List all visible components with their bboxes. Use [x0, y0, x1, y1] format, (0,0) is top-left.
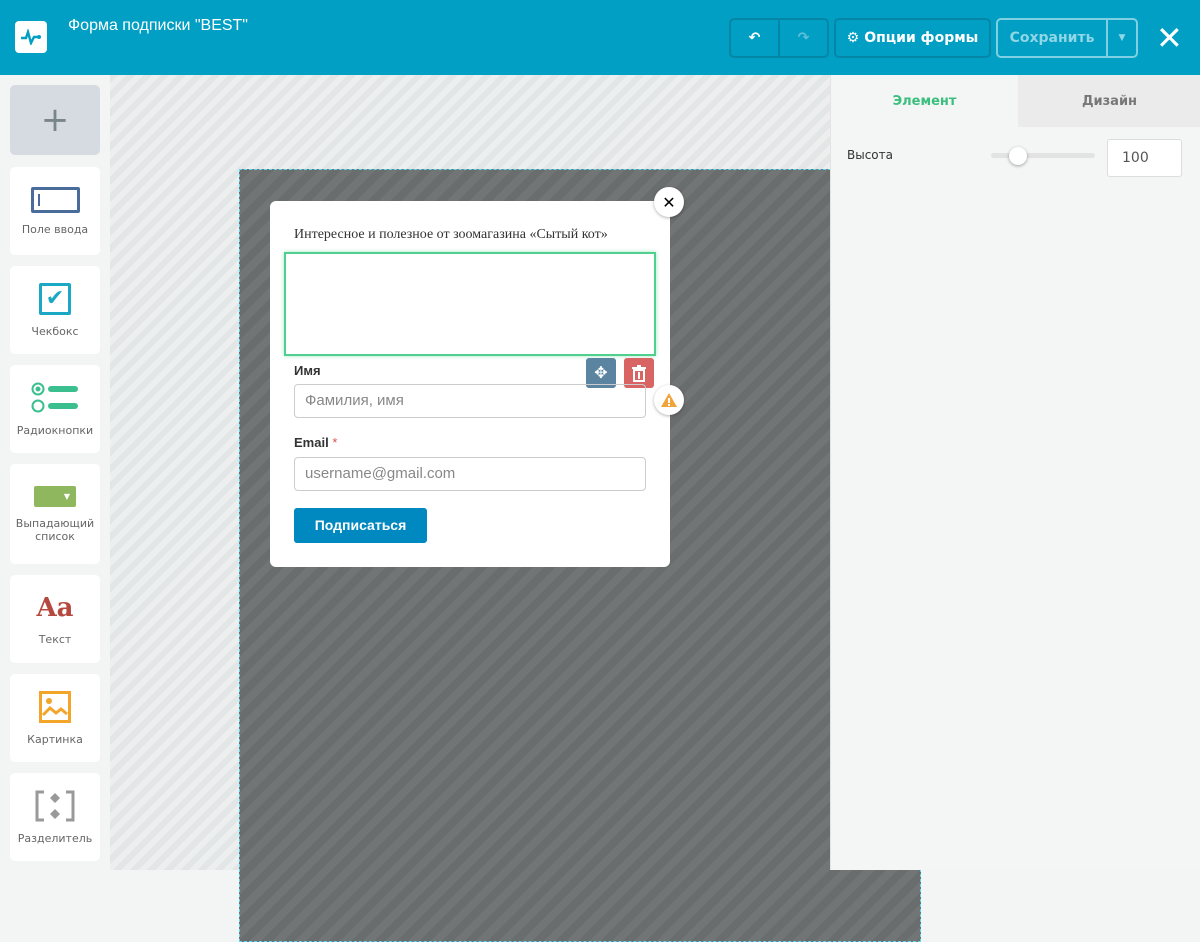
warning-icon [661, 393, 677, 407]
sidebar-item-radio[interactable]: Радиокнопки [10, 365, 100, 453]
tab-element[interactable]: Элемент [831, 75, 1018, 127]
close-icon: ✕ [662, 192, 676, 212]
undo-button[interactable]: ↶ [729, 18, 780, 58]
tab-design[interactable]: Дизайн [1018, 75, 1200, 127]
email-input[interactable]: username@gmail.com [294, 457, 646, 491]
properties-panel: Элемент Дизайн Высота 100 [830, 75, 1200, 870]
save-button[interactable]: Сохранить [996, 18, 1108, 58]
form-options-button[interactable]: ⚙ Опции формы [834, 18, 991, 58]
text-icon: Aa [36, 592, 74, 623]
sidebar-item-checkbox[interactable]: ✔ Чекбокс [10, 266, 100, 354]
height-label: Высота [847, 148, 893, 162]
input-field-icon [30, 186, 80, 213]
sidebar-item-label: Радиокнопки [16, 423, 94, 437]
element-sidebar: + Поле ввода ✔ Чекбокс Радиокнопки ▼ Вып… [0, 75, 110, 870]
required-mark: * [332, 435, 338, 450]
sidebar-item-text[interactable]: Aa Текст [10, 575, 100, 663]
name-label: Имя [294, 363, 321, 378]
sidebar-item-label: Чекбокс [31, 324, 79, 338]
form-options-label: Опции формы [864, 30, 979, 46]
trash-icon [632, 364, 646, 382]
close-popup-button[interactable]: ✕ [654, 187, 684, 217]
save-dropdown-button[interactable]: ▼ [1106, 18, 1138, 58]
header: Форма подписки "BEST" ↶ ↷ ⚙ Опции формы С… [0, 0, 1200, 75]
sidebar-item-dropdown[interactable]: ▼ Выпадающий список [10, 464, 100, 564]
sidebar-item-label: Текст [38, 632, 72, 646]
caret-down-icon: ▼ [1118, 33, 1126, 43]
app-logo-icon [15, 21, 47, 53]
height-slider[interactable] [991, 147, 1095, 165]
move-icon: ✥ [594, 363, 608, 382]
close-editor-button[interactable]: ✕ [1156, 22, 1183, 54]
sidebar-item-label: Картинка [27, 732, 83, 746]
gear-icon: ⚙ [846, 30, 860, 46]
radio-icon [31, 382, 78, 412]
redo-icon: ↷ [797, 30, 810, 46]
sidebar-item-input[interactable]: Поле ввода [10, 167, 100, 255]
selected-spacer-element[interactable] [284, 252, 656, 356]
warning-button[interactable] [654, 385, 684, 415]
sidebar-item-label: Выпадающий список [15, 516, 95, 543]
name-input[interactable]: Фамилия, имя [294, 384, 646, 418]
plus-icon: + [40, 99, 70, 140]
subscribe-button[interactable]: Подписаться [294, 508, 427, 543]
email-label-text: Email [294, 435, 329, 450]
form-title: Форма подписки "BEST" [68, 17, 248, 34]
slider-handle[interactable] [1009, 147, 1027, 165]
checkbox-icon: ✔ [39, 282, 71, 315]
dropdown-icon: ▼ [34, 485, 76, 507]
sidebar-item-label: Разделитель [17, 831, 93, 845]
redo-button[interactable]: ↷ [778, 18, 829, 58]
email-label: Email * [294, 435, 337, 450]
form-heading: Интересное и полезное от зоомагазина «Сы… [294, 227, 608, 242]
add-element-button[interactable]: + [10, 85, 100, 155]
divider-icon [35, 790, 75, 821]
sidebar-item-image[interactable]: Картинка [10, 674, 100, 762]
height-input[interactable]: 100 [1107, 139, 1182, 177]
image-icon [39, 690, 71, 723]
sidebar-item-label: Поле ввода [21, 222, 89, 236]
undo-icon: ↶ [748, 30, 761, 46]
sidebar-item-divider[interactable]: Разделитель [10, 773, 100, 861]
